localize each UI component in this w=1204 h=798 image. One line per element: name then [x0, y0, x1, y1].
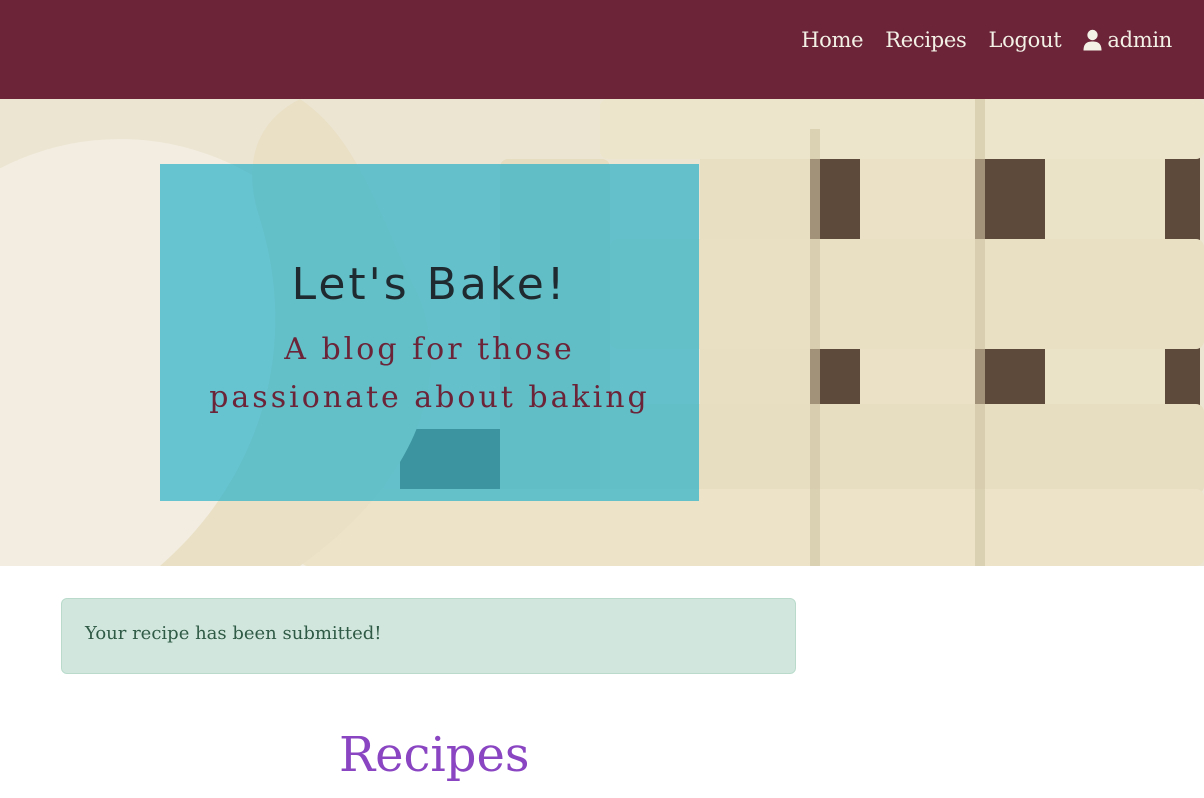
nav-logout-link[interactable]: Logout: [989, 28, 1062, 52]
recipes-heading: Recipes: [339, 727, 530, 783]
user-icon: [1083, 29, 1102, 51]
hero-overlay-box: Let's Bake! A blog for those passionate …: [160, 164, 699, 501]
nav-home-link[interactable]: Home: [801, 28, 863, 52]
success-alert: Your recipe has been submitted!: [61, 598, 796, 674]
user-name-label: admin: [1107, 28, 1172, 52]
hero-subtitle-line-2: passionate about baking: [209, 380, 650, 415]
navbar: Home Recipes Logout admin: [0, 0, 1204, 99]
hero-title: Let's Bake!: [291, 259, 568, 310]
hero-banner: Let's Bake! A blog for those passionate …: [0, 99, 1204, 566]
alert-message: Your recipe has been submitted!: [85, 623, 382, 644]
hero-subtitle: A blog for those passionate about baking: [180, 326, 679, 422]
nav-recipes-link[interactable]: Recipes: [885, 28, 967, 52]
nav-user-link[interactable]: admin: [1083, 28, 1172, 52]
nav-links: Home Recipes Logout admin: [801, 28, 1172, 52]
hero-subtitle-line-1: A blog for those: [284, 332, 575, 367]
